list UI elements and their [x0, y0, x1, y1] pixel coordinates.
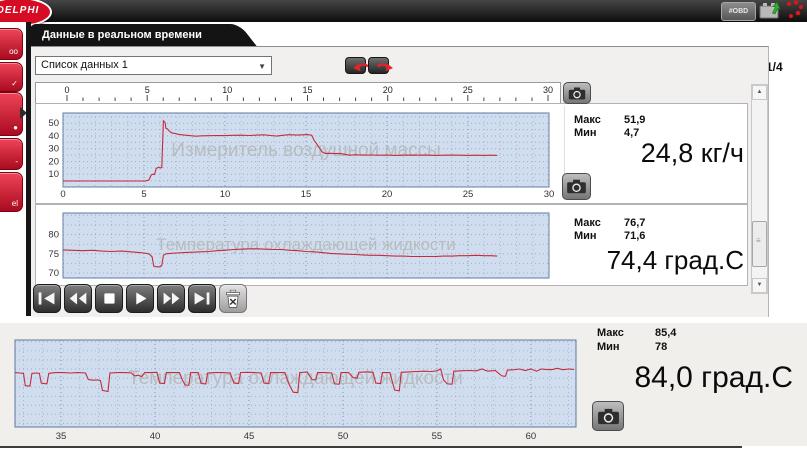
- chevron-down-icon: ▼: [258, 58, 266, 75]
- scroll-down-button[interactable]: ▼: [752, 278, 767, 293]
- svg-text:55: 55: [432, 431, 443, 442]
- scrollbar-thumb[interactable]: [752, 221, 767, 267]
- svg-text:Измеритель воздушной массы: Измеритель воздушной массы: [171, 140, 440, 161]
- svg-text:50: 50: [48, 118, 59, 129]
- prev-page-button[interactable]: [345, 57, 366, 74]
- obd-status-button[interactable]: #OBD: [721, 2, 756, 21]
- next-page-button[interactable]: [368, 57, 389, 74]
- tab-label: Данные в реальном времени: [30, 24, 226, 46]
- vertical-scrollbar[interactable]: ▲ ▼: [751, 84, 768, 294]
- clear-data-button[interactable]: [219, 284, 247, 313]
- play-button[interactable]: [126, 284, 154, 313]
- current-value: 24,8 кг/ч: [576, 138, 744, 169]
- playback-controls: [33, 284, 247, 313]
- max-label: Макс: [597, 327, 624, 339]
- coolant-chart: Температура охлаждающей жидкости707580: [36, 205, 559, 283]
- svg-text:15: 15: [302, 85, 312, 95]
- max-value: 51,9: [624, 114, 645, 126]
- delphi-diagnostics-window: DELPHI #OBD oo ✓ ● - el Данные в реально…: [0, 0, 807, 459]
- skip-end-button[interactable]: [188, 284, 216, 313]
- max-label: Макс: [574, 217, 601, 229]
- svg-text:5: 5: [145, 85, 150, 95]
- svg-text:75: 75: [48, 249, 59, 260]
- min-label: Мин: [597, 341, 620, 353]
- min-value: 78: [655, 341, 667, 353]
- max-value: 76,7: [624, 217, 645, 229]
- svg-text:40: 40: [150, 431, 161, 442]
- bottom-data-window: Температура охлаждающей жидкости35404550…: [0, 323, 807, 446]
- battery-status-icon[interactable]: [757, 1, 783, 20]
- max-readout: Макс 51,9: [574, 114, 601, 126]
- max-label: Макс: [574, 114, 601, 126]
- sidebar-item-check[interactable]: ✓: [0, 62, 23, 92]
- signal-dots-icon: [784, 0, 806, 21]
- svg-text:10: 10: [220, 189, 231, 200]
- svg-text:25: 25: [463, 85, 473, 95]
- svg-text:30: 30: [543, 85, 553, 95]
- data-list-value: Список данных 1: [41, 59, 128, 71]
- svg-text:80: 80: [48, 230, 59, 241]
- svg-text:45: 45: [244, 431, 255, 442]
- min-label: Мин: [574, 230, 597, 242]
- current-value: 74,4 град.С: [556, 245, 744, 276]
- min-value: 71,6: [624, 230, 645, 242]
- svg-text:0: 0: [64, 85, 69, 95]
- max-readout: Макс 85,4: [597, 327, 624, 339]
- stop-button[interactable]: [95, 284, 123, 313]
- svg-text:10: 10: [48, 169, 59, 180]
- time-ruler: 0 5 10 15 20 25 30: [35, 82, 561, 104]
- air-mass-chart: Измеритель воздушной массы 0 5 10 15 20 25 30 10…: [36, 104, 559, 201]
- scroll-up-button[interactable]: ▲: [752, 85, 767, 100]
- max-readout: Макс 76,7: [574, 217, 601, 229]
- svg-text:50: 50: [338, 431, 349, 442]
- fast-forward-button[interactable]: [157, 284, 185, 313]
- svg-text:0: 0: [60, 189, 65, 200]
- svg-text:15: 15: [301, 189, 312, 200]
- title-bar: DELPHI #OBD: [0, 0, 807, 22]
- rewind-button[interactable]: [64, 284, 92, 313]
- svg-text:30: 30: [544, 189, 555, 200]
- sidebar-item-diagnostics[interactable]: oo: [0, 28, 23, 60]
- svg-text:20: 20: [48, 157, 59, 168]
- svg-text:35: 35: [56, 431, 67, 442]
- chart-panel-coolant: Температура охлаждающей жидкости707580 М…: [35, 204, 748, 286]
- chart-panel-air-mass: Измеритель воздушной массы 0 5 10 15 20 25 30 10…: [35, 103, 748, 204]
- page-indicator: 1/4: [766, 60, 800, 74]
- skip-start-button[interactable]: [33, 284, 61, 313]
- max-value: 85,4: [655, 327, 676, 339]
- min-readout: Мин 78: [597, 341, 620, 353]
- svg-text:10: 10: [222, 85, 232, 95]
- svg-text:5: 5: [141, 189, 146, 200]
- snapshot-camera-button[interactable]: [562, 173, 591, 200]
- snapshot-camera-button[interactable]: [592, 401, 624, 431]
- data-list-select[interactable]: Список данных 1 ▼: [35, 56, 272, 75]
- svg-text:70: 70: [48, 268, 59, 279]
- window-bottom-border: [0, 446, 742, 448]
- min-readout: Мин 71,6: [574, 230, 597, 242]
- current-value: 84,0 град.С: [590, 361, 793, 395]
- svg-text:30: 30: [48, 144, 59, 155]
- snapshot-camera-button[interactable]: [563, 82, 591, 104]
- svg-text:40: 40: [48, 131, 59, 142]
- svg-text:20: 20: [382, 189, 393, 200]
- svg-text:25: 25: [463, 189, 474, 200]
- tab-realtime-data[interactable]: Данные в реальном времени: [30, 24, 226, 46]
- coolant-chart-bottom: Температура охлаждающей жидкости35404550…: [13, 338, 579, 444]
- svg-text:20: 20: [383, 85, 393, 95]
- svg-text:60: 60: [526, 431, 537, 442]
- sidebar-item-manual[interactable]: el: [0, 172, 23, 212]
- sidebar-item-tools[interactable]: -: [0, 138, 23, 170]
